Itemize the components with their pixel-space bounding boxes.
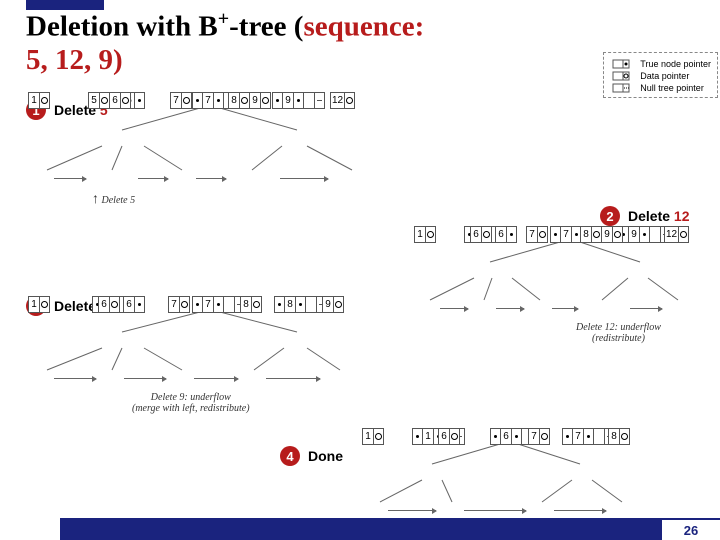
legend-row: Data pointer <box>608 71 711 81</box>
step-val: 12 <box>674 208 690 224</box>
step-marker-4: 4 Done <box>280 446 343 466</box>
tree-leaf: 6 <box>470 226 492 243</box>
tree-leaf: 9 <box>322 296 344 313</box>
leaf-link-arrow <box>464 510 526 511</box>
legend-row: True node pointer <box>608 59 711 69</box>
tree-leaf: 7 <box>528 428 550 445</box>
page-ribbon: 26 <box>0 518 720 540</box>
dot-icon <box>608 59 634 69</box>
page-number: 26 <box>662 518 720 540</box>
tree-leaf: 6 <box>438 428 460 445</box>
diagram-step4-final: 6 1 7 1 6 7 8 <box>352 428 672 528</box>
tree-leaf: 1 <box>28 296 50 313</box>
leaf-link-arrow <box>552 308 578 309</box>
legend-text: Data pointer <box>640 71 689 81</box>
title-seq-word: sequence: <box>303 11 424 43</box>
tree-leaf: 12 <box>330 92 355 109</box>
page-title: Deletion with B+-tree (sequence: 5, 12, … <box>26 8 424 77</box>
tree-leaf: 1 <box>414 226 436 243</box>
leaf-link-arrow <box>554 510 606 511</box>
diagram-edges <box>22 92 402 212</box>
tree-node: 7 <box>192 296 245 313</box>
legend-row: Null tree pointer <box>608 83 711 93</box>
step-label: Delete <box>628 208 674 224</box>
diagram-caption: Delete 12: underflow(redistribute) <box>576 322 661 344</box>
diagram-caption: Delete 9: underflow(merge with left, red… <box>132 392 250 414</box>
legend-box: True node pointer Data pointer Null tree… <box>603 52 718 98</box>
leaf-link-arrow <box>138 178 168 179</box>
diagram-step2-before: 7 16 9 1 6 7 89 12 Delete 12: underflow(… <box>410 226 720 336</box>
tree-leaf: 8 <box>240 296 262 313</box>
leaf-link-arrow <box>630 308 662 309</box>
bullet-4: 4 <box>280 446 300 466</box>
tree-leaf: 56 <box>88 92 131 109</box>
leaf-link-arrow <box>496 308 524 309</box>
ribbon-bar <box>60 518 662 540</box>
leaf-link-arrow <box>54 178 86 179</box>
leaf-link-arrow <box>54 378 96 379</box>
leaf-link-arrow <box>124 378 166 379</box>
tree-leaf: 7 <box>168 296 190 313</box>
leaf-link-arrow <box>280 178 328 179</box>
dash-icon <box>608 83 634 93</box>
title-prefix: Deletion with B <box>26 11 218 43</box>
title-plus: + <box>218 8 229 30</box>
tree-leaf: 1 <box>362 428 384 445</box>
leaf-link-arrow <box>388 510 436 511</box>
tree-leaf: 6 <box>98 296 120 313</box>
diagram-step1-before: 7 16 9 1 56 7 89 12 ↑ Delete 5 <box>22 92 402 212</box>
tree-leaf: 8 <box>608 428 630 445</box>
tree-leaf: 12 <box>664 226 689 243</box>
title-seq-vals: 5, 12, 9 <box>26 44 113 76</box>
step-marker-2: 2 Delete 12 <box>600 206 690 226</box>
title-mid: -tree ( <box>229 11 303 43</box>
tree-leaf: 89 <box>580 226 623 243</box>
tree-node: 9 <box>272 92 325 109</box>
step-label: Done <box>308 448 343 464</box>
tree-leaf: 89 <box>228 92 271 109</box>
leaf-link-arrow <box>196 178 226 179</box>
title-paren: ) <box>113 44 123 76</box>
legend-text: Null tree pointer <box>640 83 704 93</box>
tree-node: 8 <box>274 296 327 313</box>
tree-leaf: 1 <box>28 92 50 109</box>
tree-leaf: 7 <box>526 226 548 243</box>
diagram-caption: ↑ Delete 5 <box>92 192 135 208</box>
diagram-step3-before: 7 16 8 1 6 7 8 9 Delete 9: underflow(mer… <box>22 296 402 416</box>
ring-icon <box>608 71 634 81</box>
bullet-2: 2 <box>600 206 620 226</box>
leaf-link-arrow <box>194 378 238 379</box>
legend-text: True node pointer <box>640 59 711 69</box>
tree-leaf: 7 <box>170 92 192 109</box>
leaf-link-arrow <box>440 308 468 309</box>
leaf-link-arrow <box>266 378 320 379</box>
